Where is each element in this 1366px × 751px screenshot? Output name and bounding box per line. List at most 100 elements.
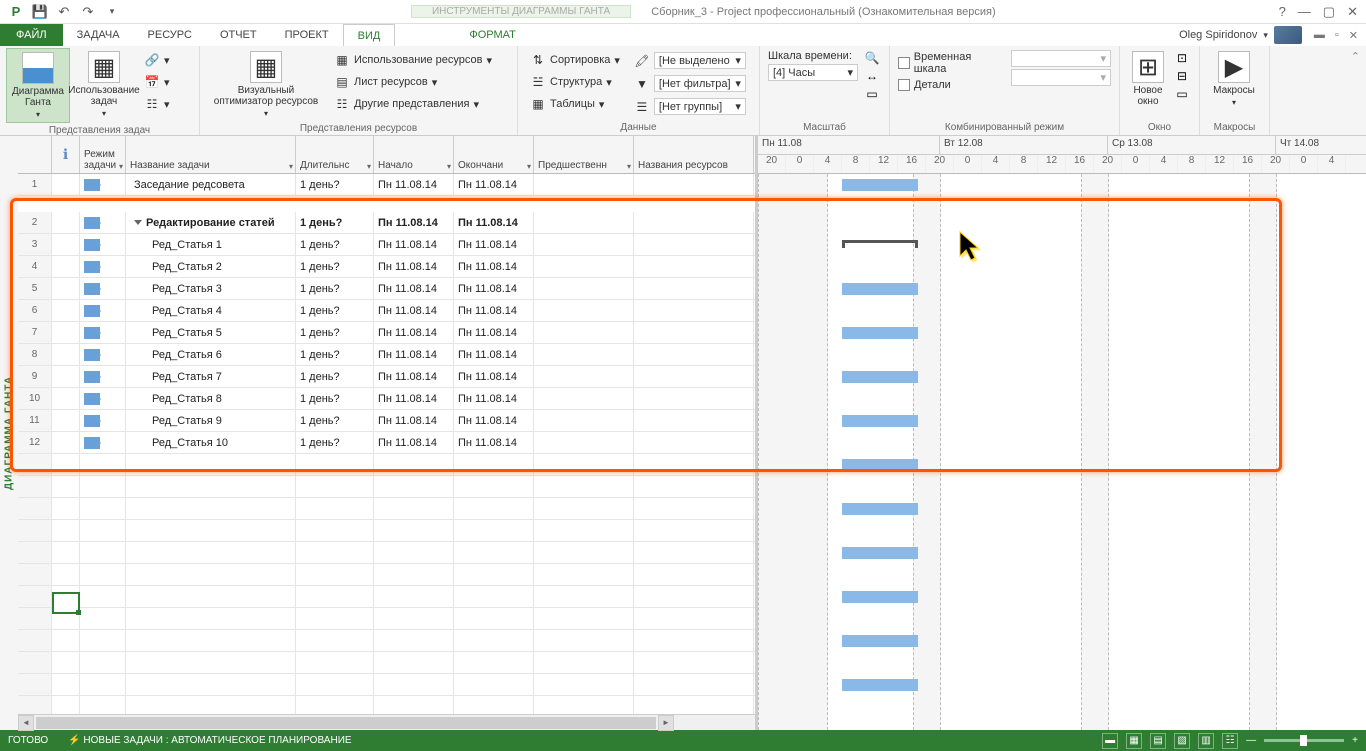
view-gantt-icon[interactable]: ▬ — [1102, 733, 1118, 749]
table-row[interactable] — [18, 520, 755, 542]
tab-view[interactable]: ВИД — [343, 24, 396, 46]
tab-task[interactable]: ЗАДАЧА — [63, 24, 134, 46]
tab-format[interactable]: ФОРМАТ — [455, 24, 530, 46]
col-info[interactable]: ℹ — [52, 136, 80, 173]
gantt-row[interactable] — [758, 630, 1366, 652]
gantt-task-bar[interactable] — [842, 283, 918, 295]
table-row[interactable] — [18, 454, 755, 476]
view-usage-icon[interactable]: ▦ — [1126, 733, 1142, 749]
resource-usage-button[interactable]: ▦Использование ресурсов ▾ — [330, 50, 496, 70]
table-row[interactable]: 7Ред_Статья 51 день?Пн 11.08.14Пн 11.08.… — [18, 322, 755, 344]
gantt-task-bar[interactable] — [842, 679, 918, 691]
gantt-row[interactable] — [758, 542, 1366, 564]
doc-close-icon[interactable]: ✕ — [1349, 29, 1358, 42]
gantt-task-bar[interactable] — [842, 415, 918, 427]
col-predecessors[interactable]: Предшественн▾ — [534, 136, 634, 173]
other-views-button[interactable]: ☷▾ — [140, 94, 174, 114]
view-report-icon[interactable]: ☷ — [1222, 733, 1238, 749]
table-row[interactable] — [18, 674, 755, 696]
gantt-task-bar[interactable] — [842, 503, 918, 515]
zoom-selected-icon[interactable]: ▭ — [864, 86, 880, 102]
table-row[interactable] — [18, 476, 755, 498]
qat-dropdown-icon[interactable]: ▾ — [104, 4, 120, 20]
zoom-entire-icon[interactable]: ↔ — [864, 68, 880, 84]
table-row[interactable]: 2Редактирование статей1 день?Пн 11.08.14… — [18, 212, 755, 234]
gantt-row[interactable] — [758, 366, 1366, 388]
table-row[interactable] — [18, 630, 755, 652]
table-row[interactable]: 6Ред_Статья 41 день?Пн 11.08.14Пн 11.08.… — [18, 300, 755, 322]
gantt-task-bar[interactable] — [842, 635, 918, 647]
team-planner-button[interactable]: ▦ Визуальный оптимизатор ресурсов ▾ — [206, 48, 326, 121]
outline-button[interactable]: ☱Структура ▾ — [526, 72, 624, 92]
gantt-task-bar[interactable] — [842, 547, 918, 559]
table-row[interactable] — [18, 564, 755, 586]
table-row[interactable] — [18, 542, 755, 564]
zoom-out-icon[interactable]: — — [1246, 735, 1256, 746]
status-new-tasks[interactable]: ⚡ НОВЫЕ ЗАДАЧИ : АВТОМАТИЧЕСКОЕ ПЛАНИРОВ… — [68, 735, 351, 746]
resource-sheet-button[interactable]: ▤Лист ресурсов ▾ — [330, 72, 496, 92]
gantt-task-bar[interactable] — [842, 459, 918, 471]
close-icon[interactable]: ✕ — [1347, 4, 1358, 20]
gantt-chart-button[interactable]: Диаграмма Ганта ▾ — [6, 48, 70, 123]
table-row[interactable] — [18, 696, 755, 714]
table-row[interactable] — [18, 608, 755, 630]
gantt-row[interactable] — [758, 174, 1366, 196]
new-window-button[interactable]: ⊞ Новое окно — [1126, 48, 1170, 110]
task-usage-button[interactable]: ▦ Использование задач ▾ — [72, 48, 136, 121]
sort-button[interactable]: ⇅Сортировка ▾ — [526, 50, 624, 70]
gantt-row[interactable] — [758, 278, 1366, 300]
gantt-body[interactable] — [758, 174, 1366, 730]
tab-report[interactable]: ОТЧЕТ — [206, 24, 271, 46]
view-network-icon[interactable]: ▤ — [1150, 733, 1166, 749]
details-view-combo[interactable]: ▾ — [1011, 69, 1111, 86]
table-row[interactable]: 5Ред_Статья 31 день?Пн 11.08.14Пн 11.08.… — [18, 278, 755, 300]
gantt-row[interactable] — [758, 410, 1366, 432]
view-calendar-icon[interactable]: ▧ — [1174, 733, 1190, 749]
timescale-combo[interactable]: [4] Часы▾ — [768, 64, 858, 81]
col-duration[interactable]: Длительнс▾ — [296, 136, 374, 173]
group-combo[interactable]: ☰[Нет группы]▾ — [630, 96, 750, 117]
col-start[interactable]: Начало▾ — [374, 136, 454, 173]
help-icon[interactable]: ? — [1279, 4, 1286, 19]
gantt-row[interactable] — [758, 234, 1366, 256]
switch-windows-icon[interactable]: ⊡ — [1174, 50, 1190, 66]
user-dropdown-icon[interactable]: ▾ — [1263, 30, 1268, 41]
col-finish[interactable]: Окончани▾ — [454, 136, 534, 173]
gantt-row[interactable] — [758, 674, 1366, 696]
hide-icon[interactable]: ▭ — [1174, 86, 1190, 102]
user-area[interactable]: Oleg Spiridonov ▾ ▬ ▫ ✕ — [1179, 24, 1366, 46]
gantt-task-bar[interactable] — [842, 327, 918, 339]
table-row[interactable]: 9Ред_Статья 71 день?Пн 11.08.14Пн 11.08.… — [18, 366, 755, 388]
tables-button[interactable]: ▦Таблицы ▾ — [526, 94, 624, 114]
zoom-in-icon[interactable]: + — [1352, 735, 1358, 746]
network-diagram-button[interactable]: 🔗▾ — [140, 50, 174, 70]
details-checkbox[interactable]: Детали — [898, 78, 1005, 92]
gantt-row[interactable] — [758, 498, 1366, 520]
grid-body[interactable]: 1Заседание редсовета1 день?Пн 11.08.14Пн… — [18, 174, 755, 714]
gantt-row[interactable] — [758, 322, 1366, 344]
table-row[interactable]: 1Заседание редсовета1 день?Пн 11.08.14Пн… — [18, 174, 755, 196]
table-row[interactable]: 10Ред_Статья 81 день?Пн 11.08.14Пн 11.08… — [18, 388, 755, 410]
table-row[interactable] — [18, 586, 755, 608]
gantt-summary-bar[interactable] — [842, 240, 918, 248]
scroll-left-icon[interactable]: ◄ — [18, 715, 34, 731]
highlight-filter[interactable]: 🖍[Не выделено▾ — [630, 50, 750, 71]
gantt-task-bar[interactable] — [842, 591, 918, 603]
col-resources[interactable]: Названия ресурсов — [634, 136, 754, 173]
minimize-icon[interactable]: — — [1298, 4, 1311, 19]
filter-combo[interactable]: ▼[Нет фильтра]▾ — [630, 73, 750, 94]
zoom-slider[interactable] — [1264, 739, 1344, 742]
gantt-row[interactable] — [758, 454, 1366, 476]
calendar-button[interactable]: 📅▾ — [140, 72, 174, 92]
gantt-task-bar[interactable] — [842, 179, 918, 191]
ribbon-collapse-icon-right[interactable]: ⌃ — [1351, 50, 1360, 63]
scroll-right-icon[interactable]: ► — [658, 715, 674, 731]
timeline-checkbox[interactable]: Временная шкала — [898, 50, 1005, 76]
view-resource-icon[interactable]: ▥ — [1198, 733, 1214, 749]
tab-project[interactable]: ПРОЕКТ — [271, 24, 343, 46]
table-row[interactable]: 3Ред_Статья 11 день?Пн 11.08.14Пн 11.08.… — [18, 234, 755, 256]
table-row[interactable] — [18, 498, 755, 520]
table-row[interactable]: 12Ред_Статья 101 день?Пн 11.08.14Пн 11.0… — [18, 432, 755, 454]
save-icon[interactable]: 💾 — [32, 4, 48, 20]
gantt-task-bar[interactable] — [842, 371, 918, 383]
